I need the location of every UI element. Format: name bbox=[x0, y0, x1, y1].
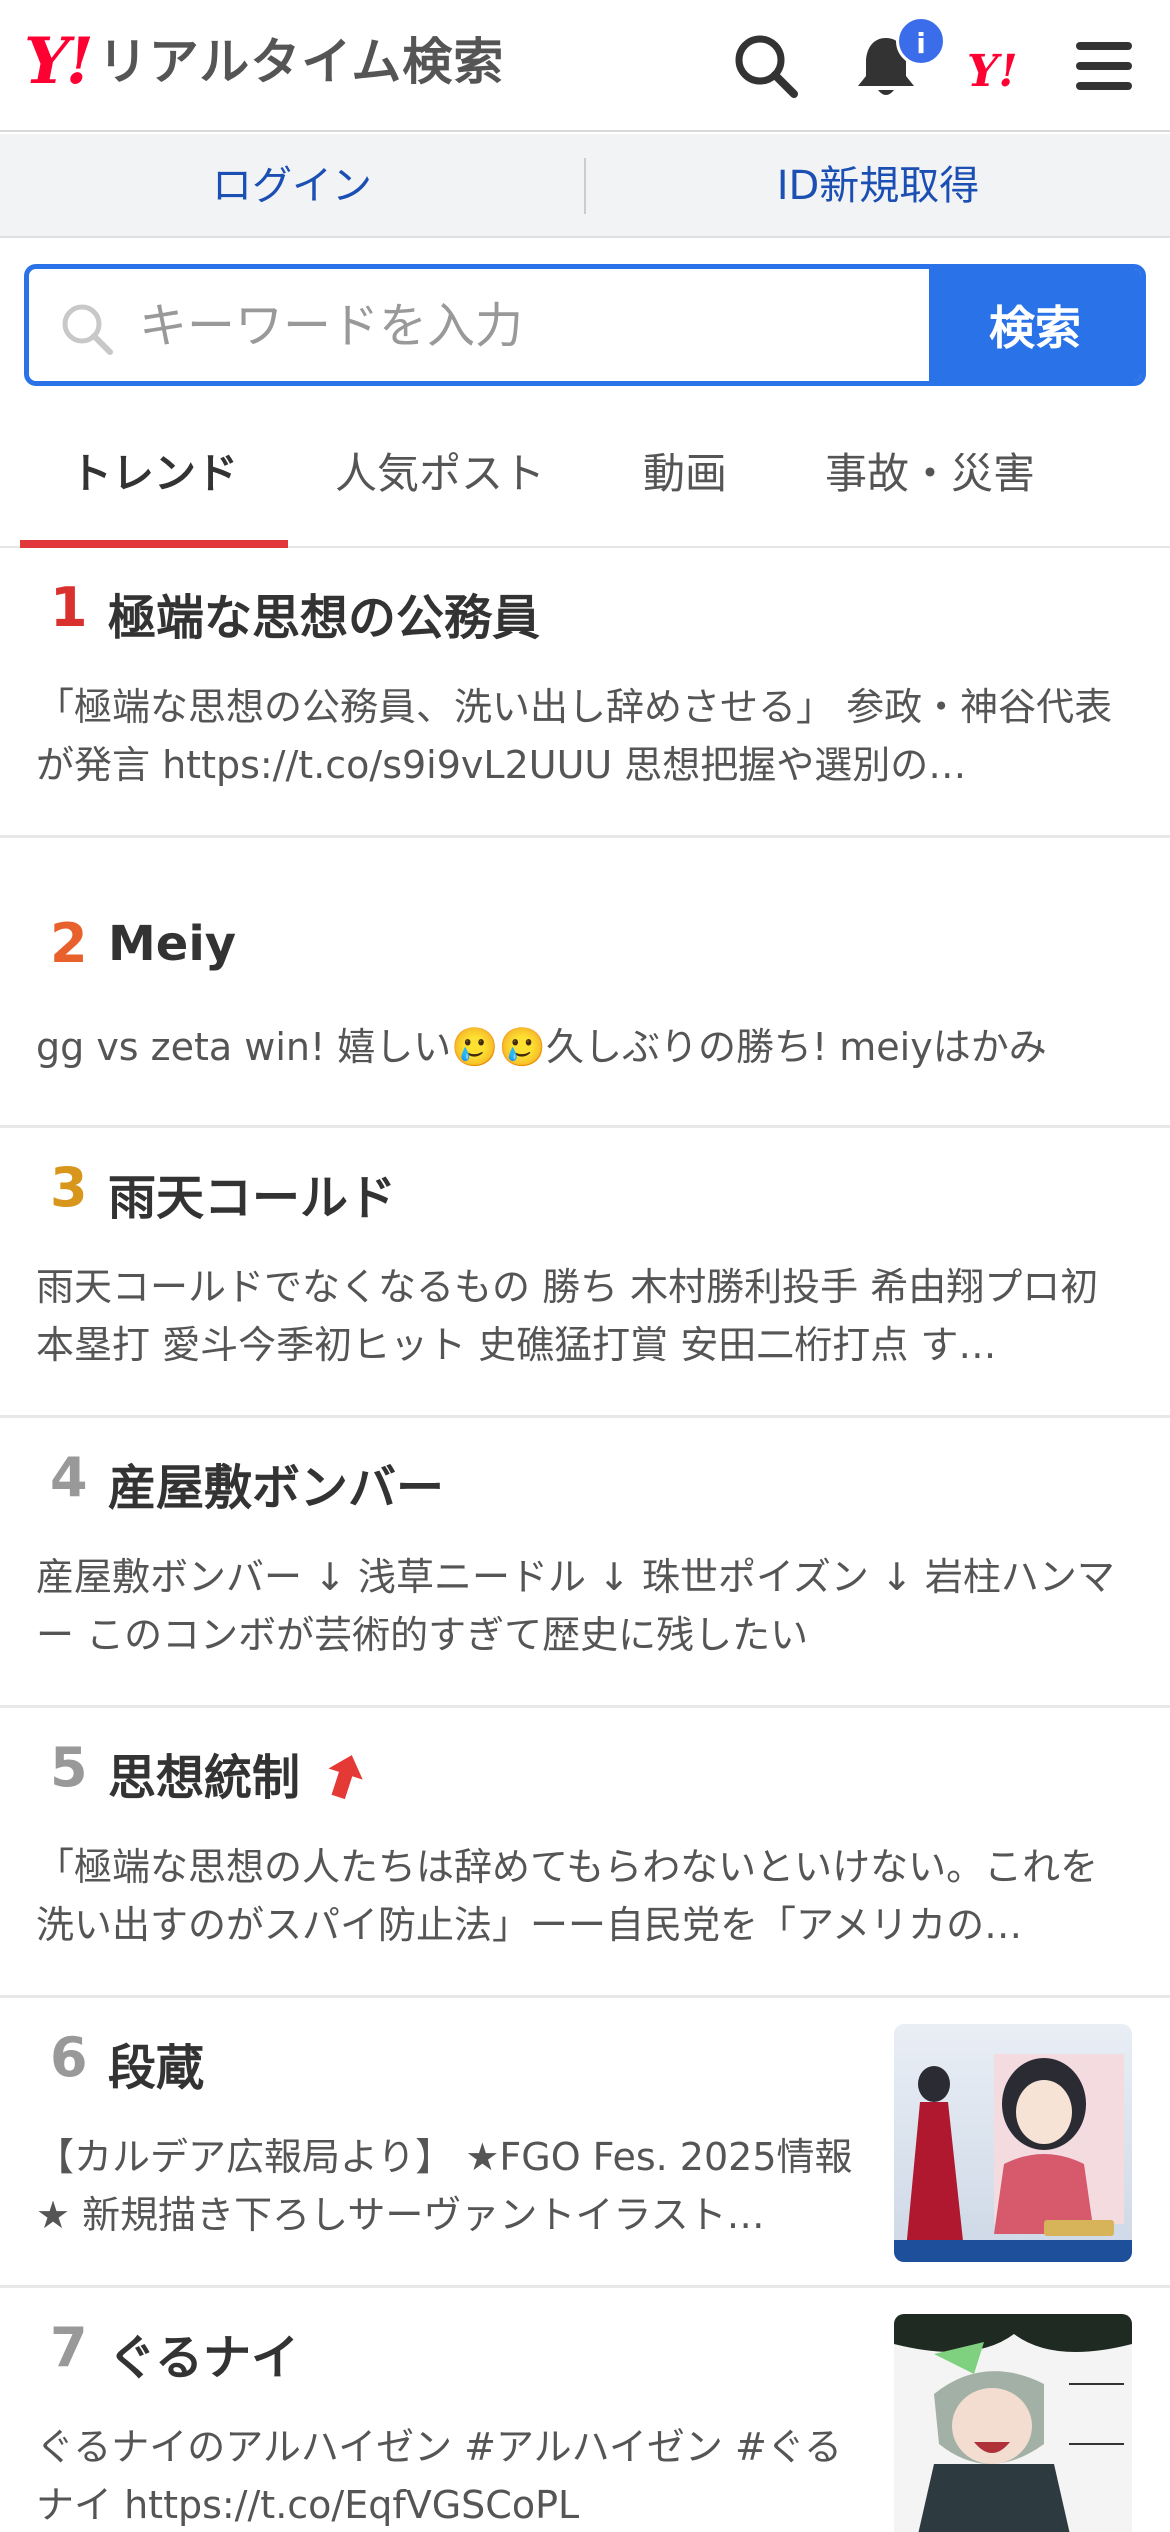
trend-item[interactable]: 3 雨天コールド 雨天コールドでなくなるもの 勝ち 木村勝利投手 希由翔プロ初本… bbox=[0, 1128, 1170, 1418]
menu-icon[interactable] bbox=[1068, 30, 1140, 102]
search-input[interactable] bbox=[139, 289, 939, 363]
notification-badge[interactable]: i bbox=[896, 16, 946, 66]
trend-rank: 5 bbox=[50, 1736, 88, 1799]
trend-item[interactable]: 2 Meiy gg vs zeta win! 嬉しい🥲🥲久しぶりの勝ち! mei… bbox=[0, 838, 1170, 1128]
yahoo-japan-icon[interactable]: Y! bbox=[965, 34, 1045, 106]
trend-rank: 4 bbox=[50, 1446, 88, 1509]
search-icon[interactable] bbox=[730, 30, 802, 102]
trend-item[interactable]: 5 思想統制 「極端な思想の人たちは辞めてもらわないといけない。これを洗い出すの… bbox=[0, 1708, 1170, 1998]
trend-title[interactable]: 雨天コールド bbox=[108, 1158, 396, 1228]
search-form: 検索 bbox=[24, 264, 1146, 386]
search-button[interactable]: 検索 bbox=[929, 269, 1141, 381]
svg-text:Y!: Y! bbox=[967, 46, 1018, 97]
trend-rank: 3 bbox=[50, 1156, 88, 1219]
app-title: リアルタイム検索 bbox=[97, 33, 505, 91]
trend-title[interactable]: 段蔵 bbox=[108, 2028, 204, 2098]
trend-item[interactable]: 7 ぐるナイ ぐるナイのアルハイゼン #アルハイゼン #ぐるナイ https:/… bbox=[0, 2288, 1170, 2532]
trend-title[interactable]: 産屋敷ボンバー bbox=[108, 1448, 444, 1518]
trend-description: 産屋敷ボンバー ↓ 浅草ニードル ↓ 珠世ポイズン ↓ 岩柱ハンマー このコンボ… bbox=[36, 1555, 1115, 1657]
trend-item[interactable]: 1 極端な思想の公務員 「極端な思想の公務員、洗い出し辞めさせる」 参政・神谷代… bbox=[0, 548, 1170, 838]
trend-description: 「極端な思想の公務員、洗い出し辞めさせる」 参政・神谷代表が発言 https:/… bbox=[36, 685, 1113, 787]
tab-popular-posts[interactable]: 人気ポスト bbox=[300, 410, 580, 546]
rising-arrow-icon bbox=[328, 1755, 363, 1800]
tab-accidents-disasters[interactable]: 事故・災害 bbox=[790, 410, 1070, 546]
trend-description: 雨天コールドでなくなるもの 勝ち 木村勝利投手 希由翔プロ初本塁打 愛斗今季初ヒ… bbox=[36, 1265, 1099, 1367]
trend-rank: 6 bbox=[50, 2026, 88, 2089]
app-header: Y! リアルタイム検索 i Y! bbox=[0, 0, 1170, 132]
tab-trend[interactable]: トレンド bbox=[20, 410, 288, 548]
trend-title-wrap[interactable]: 思想統制 bbox=[108, 1738, 365, 1808]
trend-item[interactable]: 6 段蔵 【カルデア広報局より】 ★FGO Fes. 2025情報★ 新規描き下… bbox=[0, 1998, 1170, 2288]
trend-rank: 2 bbox=[50, 912, 88, 975]
login-bar: ログイン ID新規取得 bbox=[0, 134, 1170, 238]
trend-title: 思想統制 bbox=[108, 1750, 301, 1806]
trend-description: gg vs zeta win! 嬉しい🥲🥲久しぶりの勝ち! meiyはかみ bbox=[36, 1025, 1047, 1069]
tab-bar: トレンド 人気ポスト 動画 事故・災害 bbox=[0, 410, 1170, 548]
logo[interactable]: Y! リアルタイム検索 bbox=[24, 30, 504, 94]
trend-thumbnail-image[interactable] bbox=[894, 2314, 1132, 2532]
login-link[interactable]: ログイン bbox=[0, 134, 584, 236]
trend-title[interactable]: ぐるナイ bbox=[108, 2318, 299, 2388]
trend-title[interactable]: 極端な思想の公務員 bbox=[108, 578, 540, 648]
trend-title[interactable]: Meiy bbox=[108, 916, 236, 972]
trend-rank: 1 bbox=[50, 576, 88, 639]
trend-description: 「極端な思想の人たちは辞めてもらわないといけない。これを洗い出すのがスパイ防止法… bbox=[36, 1845, 1099, 1947]
tab-videos[interactable]: 動画 bbox=[590, 410, 780, 546]
trend-description: 【カルデア広報局より】 ★FGO Fes. 2025情報★ 新規描き下ろしサーヴ… bbox=[36, 2135, 853, 2237]
yahoo-logo-mark: Y! bbox=[24, 24, 94, 99]
search-field-icon bbox=[62, 304, 113, 355]
trend-description: ぐるナイのアルハイゼン #アルハイゼン #ぐるナイ https://t.co/E… bbox=[36, 2425, 843, 2527]
trend-thumbnail-image[interactable] bbox=[894, 2024, 1132, 2262]
trend-list: 1 極端な思想の公務員 「極端な思想の公務員、洗い出し辞めさせる」 参政・神谷代… bbox=[0, 548, 1170, 2532]
register-link[interactable]: ID新規取得 bbox=[586, 134, 1170, 236]
trend-item[interactable]: 4 産屋敷ボンバー 産屋敷ボンバー ↓ 浅草ニードル ↓ 珠世ポイズン ↓ 岩柱… bbox=[0, 1418, 1170, 1708]
trend-rank: 7 bbox=[50, 2316, 88, 2379]
